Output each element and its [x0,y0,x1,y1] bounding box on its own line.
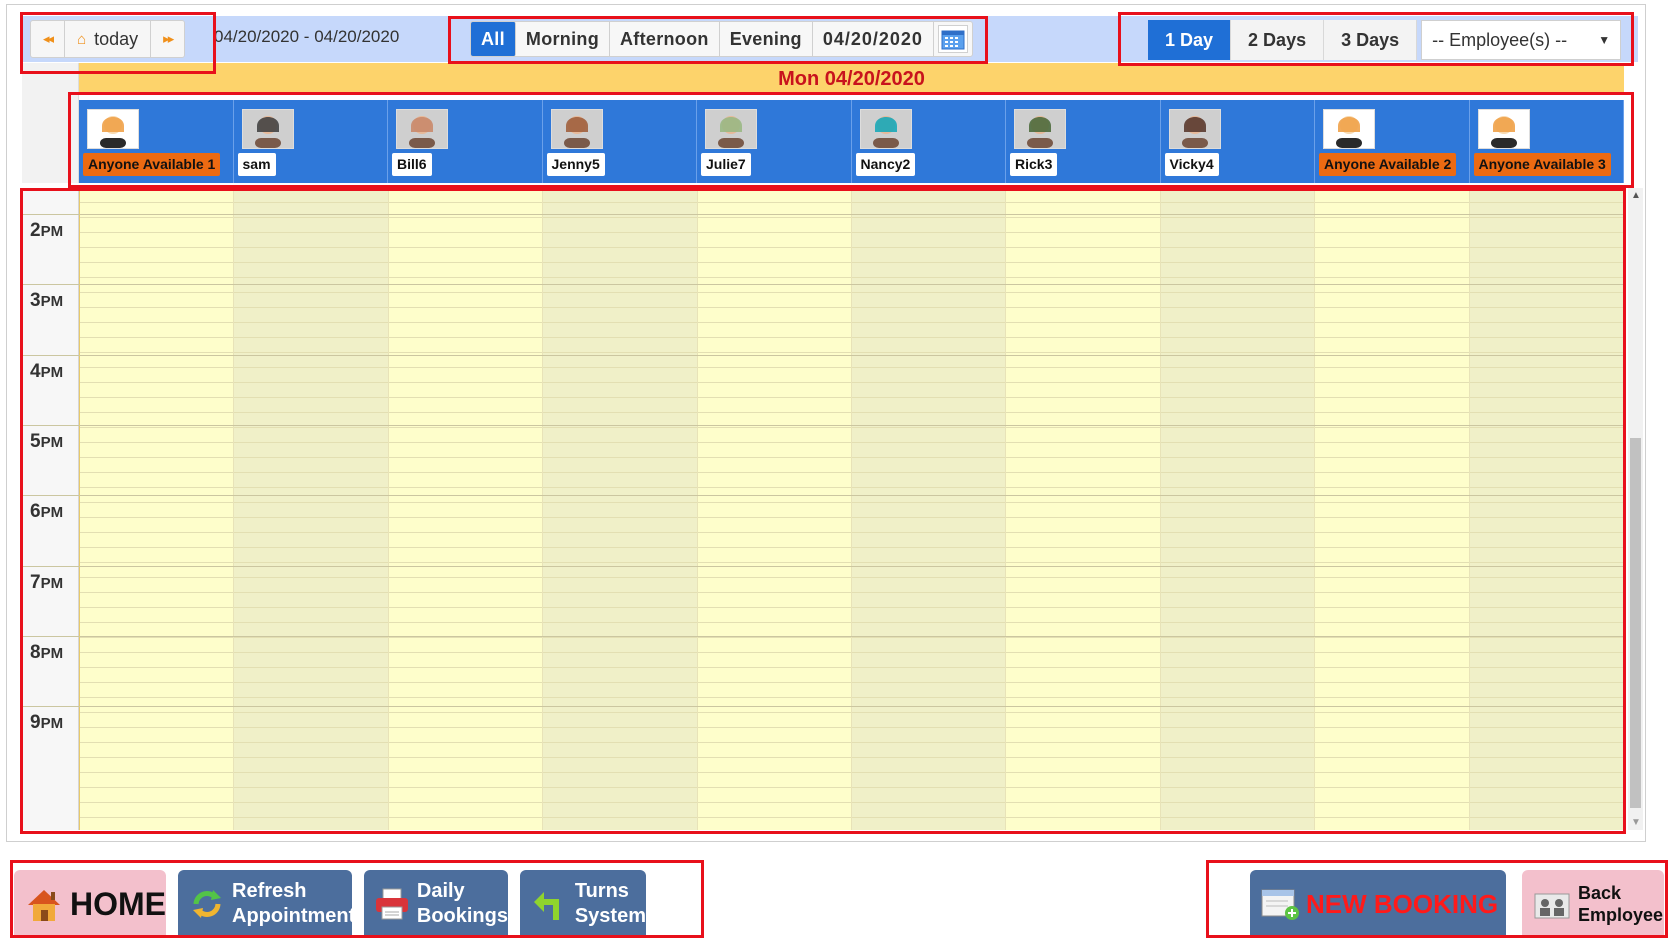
annotation-box-employees [68,92,1634,188]
grid-scrollbar[interactable]: ▲ ▼ [1628,188,1643,830]
annotation-box-navigation [20,12,216,74]
annotation-box-filters [448,16,988,64]
scroll-up-arrow-icon[interactable]: ▲ [1631,190,1641,201]
scroll-down-arrow-icon[interactable]: ▼ [1631,817,1641,828]
annotation-box-grid [20,188,1626,834]
date-range-text: 04/20/2020 - 04/20/2020 [214,27,400,46]
annotation-box-footer-right [1206,860,1668,938]
annotation-box-day-views [1118,12,1634,66]
scrollbar-thumb[interactable] [1630,438,1641,808]
annotation-box-footer-left [10,860,704,938]
day-header: Mon 04/20/2020 [79,63,1624,95]
